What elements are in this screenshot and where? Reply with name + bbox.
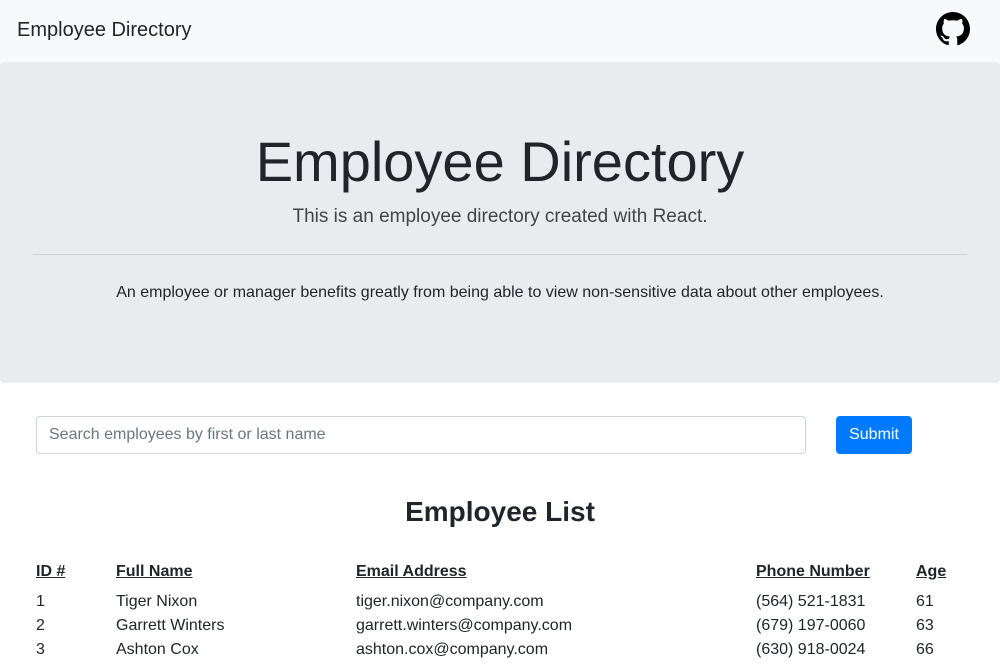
cell-id: 2: [36, 617, 45, 634]
cell-phone: (630) 918-0024: [756, 641, 866, 658]
github-link[interactable]: [936, 12, 970, 46]
divider: [33, 254, 967, 255]
header-full-name[interactable]: Full Name: [116, 558, 356, 590]
cell-email: garrett.winters@company.com: [356, 617, 573, 634]
cell-phone: (679) 197-0060: [756, 617, 866, 634]
cell-age: 63: [916, 617, 934, 634]
header-email[interactable]: Email Address: [356, 558, 756, 590]
employee-list-title: Employee List: [405, 496, 595, 527]
table-row: 3 Ashton Cox ashton.cox@company.com (630…: [36, 638, 966, 662]
cell-id: 1: [36, 593, 45, 610]
cell-name: Garrett Winters: [116, 617, 225, 634]
table-row: 2 Garrett Winters garrett.winters@compan…: [36, 614, 966, 638]
header-id[interactable]: ID #: [36, 558, 116, 590]
header-phone[interactable]: Phone Number: [756, 558, 916, 590]
cell-id: 3: [36, 641, 45, 658]
github-icon: [936, 12, 970, 46]
header-age[interactable]: Age: [916, 558, 966, 590]
table-row: 1 Tiger Nixon tiger.nixon@company.com (5…: [36, 590, 966, 614]
cell-name: Ashton Cox: [116, 641, 199, 658]
table-header-row: ID # Full Name Email Address Phone Numbe…: [36, 558, 966, 590]
cell-phone: (564) 521-1831: [756, 593, 866, 610]
sort-email-link[interactable]: Email Address: [356, 563, 467, 580]
description-text: An employee or manager benefits greatly …: [116, 284, 884, 301]
page-title: Employee Directory: [255, 130, 745, 193]
employee-table: ID # Full Name Email Address Phone Numbe…: [36, 558, 966, 662]
sort-age-link[interactable]: Age: [916, 563, 946, 580]
lead-text: This is an employee directory created wi…: [292, 206, 708, 227]
sort-id-link[interactable]: ID #: [36, 563, 65, 580]
cell-age: 66: [916, 641, 934, 658]
jumbotron: Employee Directory This is an employee d…: [0, 62, 1000, 383]
sort-phone-link[interactable]: Phone Number: [756, 563, 870, 580]
cell-email: ashton.cox@company.com: [356, 641, 549, 658]
cell-email: tiger.nixon@company.com: [356, 593, 544, 610]
sort-name-link[interactable]: Full Name: [116, 563, 192, 580]
cell-age: 61: [916, 593, 934, 610]
navbar: Employee Directory: [0, 0, 1000, 62]
navbar-brand[interactable]: Employee Directory: [17, 18, 192, 42]
search-input[interactable]: [36, 416, 806, 454]
submit-button[interactable]: Submit: [836, 416, 912, 454]
cell-name: Tiger Nixon: [116, 593, 198, 610]
